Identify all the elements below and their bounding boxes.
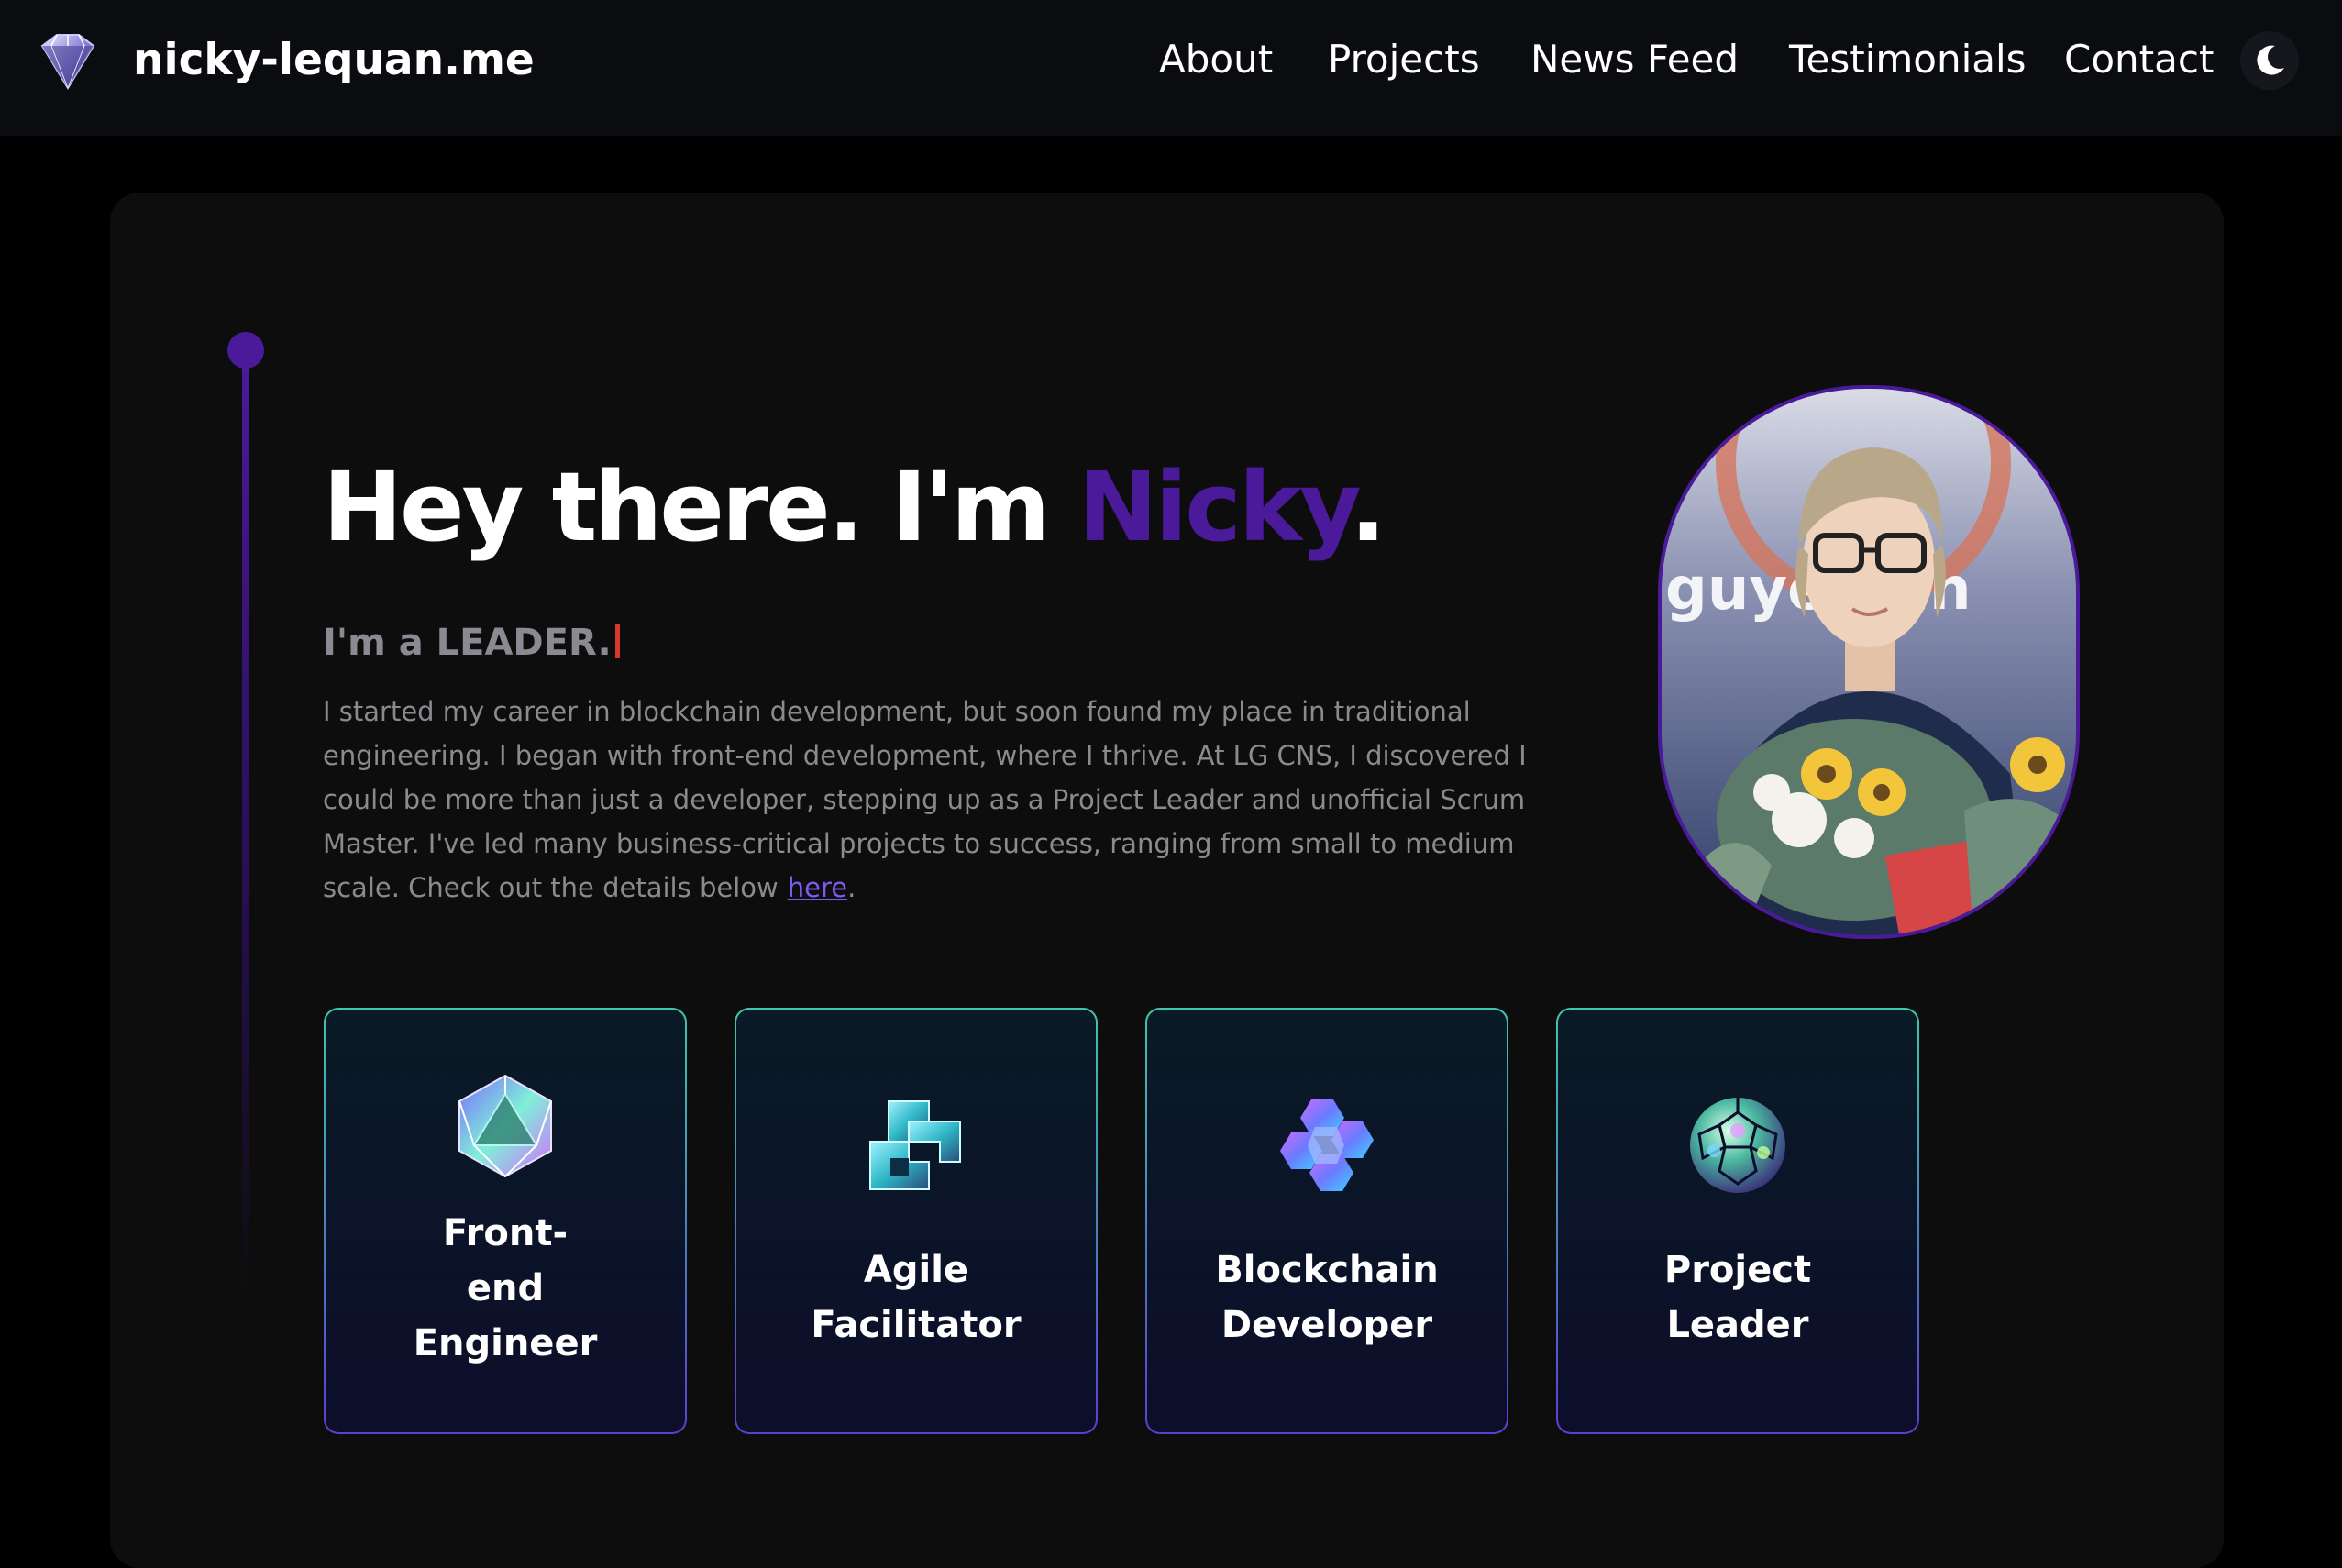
feature-title-line: end [466,1267,545,1309]
feature-title-line: Blockchain [1215,1249,1439,1291]
nav-projects[interactable]: Projects [1328,37,1480,82]
hero-headline: Hey there. I'm Nicky. [323,451,1386,563]
nav-about[interactable]: About [1159,37,1273,82]
nav-testimonials[interactable]: Testimonials [1789,37,2027,82]
feature-title-line: Leader [1666,1304,1809,1346]
feature-card-agile[interactable]: Agile Facilitator [735,1008,1098,1434]
feature-title-line: Facilitator [811,1304,1022,1346]
geodesic-sphere-icon [1690,1098,1785,1193]
site-brand[interactable]: nicky-lequan.me [133,35,535,85]
feature-title: Front- end Engineer [326,1206,685,1371]
role-text: I'm a LEADER. [323,622,612,664]
feature-title: Blockchain Developer [1147,1242,1507,1353]
nav-contact[interactable]: Contact [2064,37,2214,82]
feature-card-project-leader[interactable]: Project Leader [1556,1008,1919,1434]
feature-title-line: Project [1663,1249,1812,1291]
typed-role: I'm a LEADER. [323,622,620,664]
typing-cursor [614,624,620,658]
timeline-line [242,363,249,1298]
profile-photo: guye Van [1658,385,2080,939]
feature-title-line: Developer [1221,1304,1433,1346]
theme-toggle-button[interactable] [2240,31,2299,90]
feature-title: Agile Facilitator [736,1242,1096,1353]
bio-here-link[interactable]: here [788,872,847,903]
feature-card-blockchain[interactable]: Blockchain Developer [1145,1008,1508,1434]
bio-paragraph: I started my career in blockchain develo… [323,690,1561,910]
feature-title-line: Agile [863,1249,969,1291]
feature-title-line: Front- [442,1212,569,1254]
headline-suffix: . [1350,451,1386,563]
cube-knot-icon [869,1100,961,1190]
portrait-illustration: guye Van [1662,389,2076,935]
bio-end: . [847,872,856,903]
headline-name: Nicky [1077,451,1353,563]
nav-news-feed[interactable]: News Feed [1530,37,1739,82]
hexagon-cluster-icon [1280,1099,1374,1191]
top-navbar: nicky-lequan.me About Projects News Feed… [0,0,2342,136]
diamond-logo-icon[interactable] [31,29,105,94]
icosahedron-icon [458,1074,552,1178]
bio-text: I started my career in blockchain develo… [323,696,1527,903]
headline-prefix: Hey there. I'm [323,451,1078,563]
feature-card-frontend[interactable]: Front- end Engineer [324,1008,687,1434]
feature-title: Project Leader [1558,1242,1917,1353]
moon-icon [2257,45,2284,75]
feature-title-line: Engineer [413,1322,598,1364]
